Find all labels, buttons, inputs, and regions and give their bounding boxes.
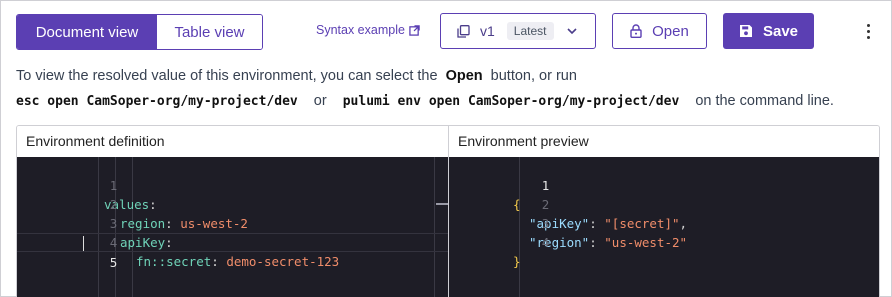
code-line: 1 { <box>449 157 879 212</box>
external-link-icon <box>409 24 420 36</box>
info-commands: esc open CamSoper-org/my-project/dev or … <box>16 93 846 109</box>
open-button[interactable]: Open <box>612 13 707 49</box>
version-label: v1 <box>480 23 495 39</box>
definition-editor[interactable]: 1 values: 2 region: us-west-2 3 apiKey: … <box>17 157 448 297</box>
tab-table-view[interactable]: Table view <box>157 15 262 49</box>
syntax-example-link[interactable]: Syntax example <box>316 23 420 37</box>
code-line: 3 "region": "us-west-2" <box>449 195 879 250</box>
code-line: 2 "apiKey": "[secret]", <box>449 176 879 231</box>
syntax-example-label: Syntax example <box>316 23 405 37</box>
copy-icon <box>457 24 470 38</box>
preview-title: Environment preview <box>449 126 879 157</box>
open-button-label: Open <box>652 22 689 40</box>
code-line-current: 5 <box>17 233 448 270</box>
view-toggle: Document view Table view <box>16 14 263 50</box>
save-button-label: Save <box>762 22 799 40</box>
line-number: 5 <box>109 255 118 270</box>
command-line-text: on the command line. <box>695 93 834 109</box>
chevron-down-icon <box>566 28 577 35</box>
info-text-end: button, or run <box>490 68 577 84</box>
more-vertical-icon[interactable] <box>860 19 876 43</box>
code-line: 1 values: <box>17 157 448 212</box>
definition-title: Environment definition <box>17 126 448 157</box>
info-open-bold: Open <box>445 68 483 84</box>
info-text-start: To view the resolved value of this envir… <box>16 68 438 84</box>
save-icon <box>739 25 752 37</box>
editors-panel: Environment definition 1 values: 2 regio… <box>16 125 880 297</box>
definition-pane: Environment definition 1 values: 2 regio… <box>17 126 449 297</box>
latest-badge: Latest <box>506 22 554 40</box>
yaml-key: fn::secret <box>136 254 212 269</box>
pulumi-command: pulumi env open CamSoper-org/my-project/… <box>342 94 680 109</box>
esc-command: esc open CamSoper-org/my-project/dev <box>16 94 298 109</box>
version-selector[interactable]: v1 Latest <box>440 13 596 49</box>
save-button[interactable]: Save <box>723 13 814 49</box>
code-line: 4 } <box>449 214 879 269</box>
line-number: 4 <box>541 235 550 250</box>
yaml-colon: : <box>211 254 227 269</box>
code-line: 3 apiKey: <box>17 195 448 250</box>
preview-editor[interactable]: 1 { 2 "apiKey": "[secret]", 3 "region": … <box>449 157 879 297</box>
yaml-value: demo-secret-123 <box>226 254 340 269</box>
json-value: "us-west-2" <box>604 235 688 250</box>
info-text: To view the resolved value of this envir… <box>16 68 577 84</box>
toolbar: Document view Table view Syntax example … <box>16 13 876 51</box>
code-line: 2 region: us-west-2 <box>17 176 448 231</box>
json-brace: } <box>513 254 521 269</box>
preview-pane: Environment preview 1 { 2 "apiKey": "[se… <box>449 126 879 297</box>
or-text: or <box>313 93 327 109</box>
tab-document-view[interactable]: Document view <box>17 15 157 49</box>
code-line: 4 fn::secret: demo-secret-123 <box>17 214 448 269</box>
json-colon: : <box>589 235 605 250</box>
lock-icon <box>630 24 642 38</box>
text-cursor <box>83 236 84 251</box>
